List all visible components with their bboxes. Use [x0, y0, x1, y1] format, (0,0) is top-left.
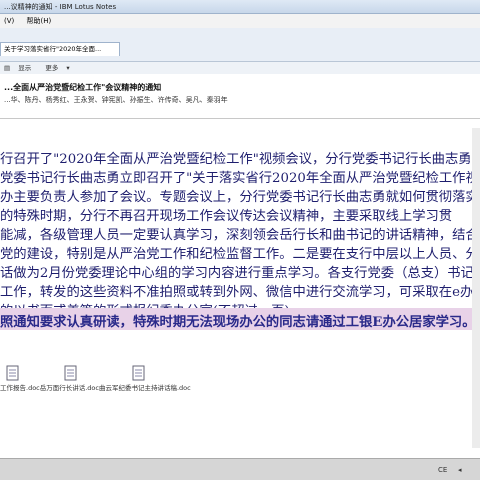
body-line: 党的建设，特别是从严治党工作和纪检监督工作。二是要在支行中层以上人员、分	[0, 247, 479, 262]
status-bar: CE ◂	[0, 458, 480, 480]
action-toolbar: ▤ 显示 更多 ▾	[0, 62, 480, 74]
body-line: 行召开了"2020年全面从严治党暨纪检工作"视频会议，分行党委书记行长曲志勇	[0, 152, 472, 167]
menu-help[interactable]: 帮助(H)	[27, 17, 52, 25]
document-recipients: ...华、陈丹、杨秀红、王永贺、钟宪凯、孙振生、许传奇、吴凡、秦羽年	[4, 96, 228, 104]
body-line: 话做为2月份党委理论中心组的学习内容进行重点学习。各支行党委（总支）书记、	[0, 266, 480, 281]
attachment-icon[interactable]	[132, 365, 146, 381]
body-line: 能减，各级管理人员一定要认真学习，深刻领会岳行长和曲书记的讲话精神，结合	[0, 228, 479, 243]
menu-view[interactable]: (V)	[4, 17, 14, 25]
display-button[interactable]: ▤ 显示	[4, 64, 39, 72]
window-title: ...议精神的通知 - IBM Lotus Notes	[4, 3, 117, 11]
more-label: 更多	[45, 64, 59, 72]
tab-bar: 关于学习落实省行"2020年全面...	[0, 28, 480, 62]
document-tab-label: 关于学习落实省行"2020年全面...	[4, 45, 102, 53]
emphasis-text: 照通知要求认真研读，特殊时期无法现场办公的同志请通过工银E办公居家学习。 请	[0, 315, 480, 330]
body-line: 工作，转发的这些资料不准拍照或转到外网、微信中进行交流学习，可采取在e办公	[0, 285, 480, 300]
attachment-labels: 工作报告.doc岳万面行长讲话.doc曲云军纪委书记主持讲话稿.doc	[0, 384, 191, 392]
document-header: ...全面从严治党暨纪检工作"会议精神的通知 ...华、陈丹、杨秀红、王永贺、钟…	[0, 76, 480, 112]
attachment-icon[interactable]	[64, 365, 78, 381]
document-tab[interactable]: 关于学习落实省行"2020年全面...	[0, 42, 120, 56]
body-line: 的特殊时期，分行不再召开现场工作会议传达会议精神，主要采取线上学习贯	[0, 209, 453, 224]
speaker-icon[interactable]: ◂	[458, 464, 462, 476]
display-label: 显示	[18, 64, 32, 72]
menu-bar: (V) 帮助(H)	[0, 14, 480, 28]
ime-indicator[interactable]: CE	[438, 464, 447, 476]
body-line: 党委书记行长曲志勇立即召开了"关于落实省行2020年全面从严治党暨纪检工作视	[0, 171, 479, 186]
body-line: 办主要负责人参加了会议。专题会议上，分行党委书记行长曲志勇就如何贯彻落实	[0, 190, 479, 205]
vertical-scrollbar[interactable]	[472, 128, 480, 448]
chevron-down-icon: ▾	[66, 64, 70, 72]
attachment-icon[interactable]	[6, 365, 20, 381]
document-body: 行召开了"2020年全面从严治党暨纪检工作"视频会议，分行党委书记行长曲志勇 党…	[0, 150, 480, 321]
window-title-bar: ...议精神的通知 - IBM Lotus Notes	[0, 0, 480, 14]
more-button[interactable]: 更多 ▾	[45, 64, 75, 72]
display-icon: ▤	[4, 64, 11, 72]
header-divider	[0, 118, 480, 119]
document-subject: ...全面从严治党暨纪检工作"会议精神的通知	[4, 83, 162, 92]
